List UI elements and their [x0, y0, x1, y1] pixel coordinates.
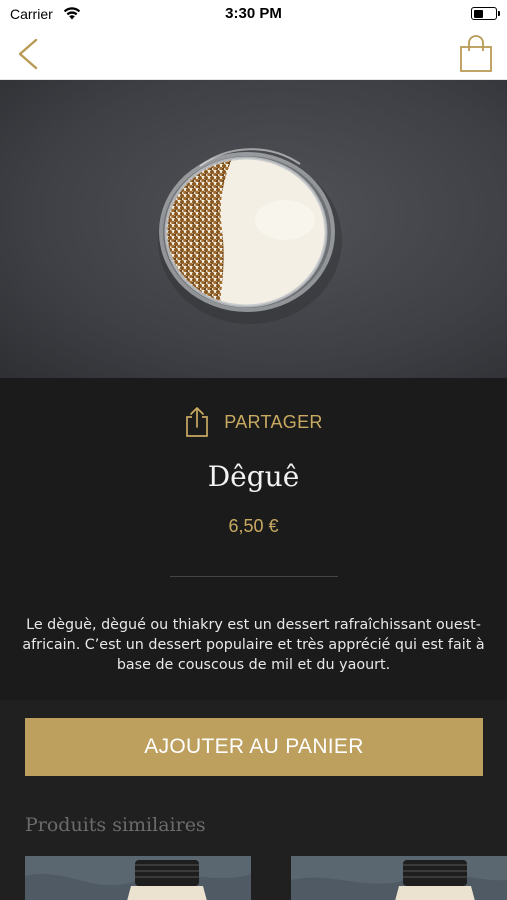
- status-bar: Carrier 3:30 PM: [0, 0, 507, 28]
- degue-bowl-photo: [0, 80, 507, 378]
- chevron-left-icon: [18, 38, 38, 70]
- bottle-photo: [25, 856, 251, 900]
- shopping-bag-icon: [460, 35, 492, 72]
- divider: [170, 576, 338, 577]
- battery-icon: [471, 7, 500, 20]
- bottle-photo: [291, 856, 507, 900]
- product-description: Le dèguè, dègué ou thiakry est un desser…: [22, 617, 485, 673]
- product-details: PARTAGER Dêguê 6,50 € Le dèguè, dègué ou…: [0, 378, 507, 700]
- similar-products-title: Produits similaires: [25, 814, 206, 836]
- share-button[interactable]: PARTAGER: [0, 406, 507, 438]
- lower-section: AJOUTER AU PANIER Produits similaires: [0, 700, 507, 900]
- similar-product-card[interactable]: [25, 856, 251, 900]
- product-price: 6,50 €: [228, 516, 279, 536]
- product-image: [0, 80, 507, 378]
- back-button[interactable]: [12, 36, 46, 72]
- similar-product-card[interactable]: [291, 856, 507, 900]
- nav-bar: [0, 28, 507, 80]
- add-to-cart-button[interactable]: AJOUTER AU PANIER: [25, 718, 483, 776]
- cart-button[interactable]: [457, 34, 495, 74]
- product-title: Dêguê: [207, 460, 300, 493]
- share-label: PARTAGER: [224, 411, 323, 432]
- share-icon: [186, 407, 209, 437]
- clock: 3:30 PM: [225, 5, 282, 22]
